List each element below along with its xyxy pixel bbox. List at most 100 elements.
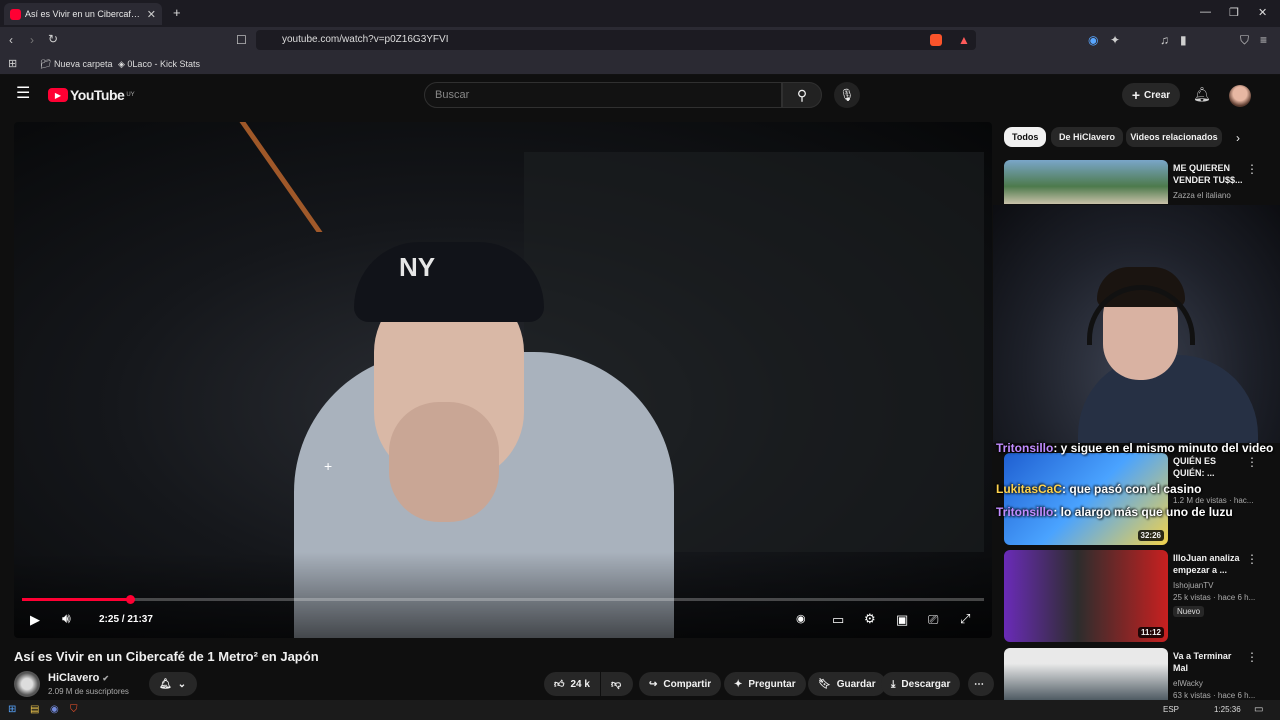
avatar[interactable] <box>1229 85 1251 107</box>
save-icon: 🔖︎ <box>818 678 831 690</box>
more-vert-icon[interactable]: ⋮ <box>1246 552 1258 566</box>
chat-text: : que pasó con el casino <box>1062 482 1202 496</box>
plus-icon: + <box>1131 87 1141 103</box>
bookmark-icon[interactable]: ☐ <box>236 34 247 46</box>
youtube-play-logo-icon: ▶ <box>48 88 68 102</box>
dislike-button[interactable]: 👎︎ <box>601 672 633 696</box>
brave-icon[interactable]: ⛉ <box>70 704 78 715</box>
address-bar[interactable]: youtube.com/watch?v=p0Z16G3YFVI <box>256 30 976 50</box>
chat-message: Tritonsillo: lo alargo más que uno de lu… <box>996 505 1233 519</box>
fullscreen-icon[interactable]: ⤢ <box>960 612 970 625</box>
wallet-icon[interactable]: ◉ <box>1088 34 1098 46</box>
reco-meta: 25 k vistas · hace 6 h... <box>1173 593 1256 602</box>
bookmarks-bar: ⊞ 📁︎ Nueva carpeta ◈ 0Laco - Kick Stats <box>0 53 1280 75</box>
search-input[interactable]: Buscar <box>424 82 782 108</box>
new-badge: Nuevo <box>1173 606 1205 617</box>
menu-icon[interactable]: ☰ <box>16 86 30 102</box>
mic-icon: 🎙︎ <box>839 88 855 102</box>
app-menu-icon[interactable]: ≡ <box>1260 34 1267 46</box>
cap-shape <box>354 242 544 322</box>
voice-search-button[interactable]: 🎙︎ <box>834 82 860 108</box>
bell-icon[interactable]: 🔔︎ <box>1193 87 1211 101</box>
controls-gradient <box>14 552 992 638</box>
download-button[interactable]: ⤓ Descargar <box>881 672 961 696</box>
reco-meta: 63 k vistas · hace 6 h... <box>1173 691 1256 700</box>
chat-text: : y sigue en el mismo minuto del video <box>1053 441 1274 455</box>
more-vert-icon[interactable]: ⋮ <box>1246 455 1258 469</box>
play-icon[interactable]: ▶ <box>30 613 40 626</box>
duration-badge: 32:26 <box>1137 530 1164 541</box>
volume-icon[interactable]: 🔊︎ <box>62 611 71 625</box>
settings-icon[interactable]: ⚙ <box>864 612 876 625</box>
bookmark-folder[interactable]: 📁︎ Nueva carpeta <box>40 59 112 70</box>
search-button[interactable]: ⚲ <box>782 82 822 108</box>
search-icon: ⚲ <box>796 86 808 103</box>
close-window-icon[interactable]: ✕ <box>1258 6 1267 19</box>
subtitles-icon[interactable]: ▭ <box>832 613 844 626</box>
chat-message: LukitasCaC: que pasó con el casino <box>996 482 1201 496</box>
brave-shield-icon[interactable] <box>930 34 942 46</box>
reco-item[interactable]: 32:26 QUIÉN ES QUIÉN: ... 1.2 M de vista… <box>1004 453 1274 547</box>
clock[interactable]: 1:25:36 <box>1214 705 1241 714</box>
ask-button[interactable]: ✦ Preguntar <box>724 672 806 696</box>
more-vert-icon[interactable]: ⋮ <box>1246 650 1258 664</box>
theater-mode-icon[interactable]: ▣ <box>896 613 908 626</box>
autoplay-toggle-icon[interactable]: ◉ <box>796 613 806 626</box>
reco-item[interactable]: Va a Terminar Mal elWacky 63 k vistas · … <box>1004 648 1274 700</box>
share-button[interactable]: ↪ Compartir <box>639 672 722 696</box>
bookmark-kick-stats[interactable]: ◈ 0Laco - Kick Stats <box>118 59 200 70</box>
music-icon[interactable]: ♫ <box>1160 34 1169 46</box>
cast-icon[interactable]: ⎚ <box>928 613 938 626</box>
notifications-icon[interactable]: ▭ <box>1254 704 1263 715</box>
forward-icon[interactable]: › <box>30 34 34 46</box>
reco-item[interactable]: 11:12 IlloJuan analiza empezar a ... Ish… <box>1004 550 1274 644</box>
verified-icon: ✔ <box>102 674 110 683</box>
reco-item[interactable]: ME QUIEREN VENDER TU$$... Zazza el itali… <box>1004 160 1274 206</box>
shield-icon[interactable]: ⛉ <box>1240 34 1249 46</box>
channel-avatar[interactable] <box>14 671 40 697</box>
close-tab-icon[interactable]: ✕ <box>147 8 156 21</box>
video-player[interactable]: NY + ▶ 🔊︎ 2:25 / 21:37 ◉ ▭ ⚙ ▣ ⎚ ⤢ <box>14 122 992 638</box>
chevron-down-icon: ⌄ <box>177 678 187 690</box>
chip-related[interactable]: Videos relacionados <box>1126 127 1222 147</box>
reload-icon[interactable]: ↻ <box>48 33 58 45</box>
back-icon[interactable]: ‹ <box>9 34 13 46</box>
youtube-logo[interactable]: ▶ YouTube UY <box>48 87 135 103</box>
chip-channel[interactable]: De HiClavero <box>1051 127 1124 147</box>
more-vert-icon[interactable]: ⋮ <box>1246 162 1258 176</box>
os-taskbar: ⊞ ▤ ◉ ⛉ ESP 1:25:36 ▭ <box>0 700 1280 720</box>
minimize-icon[interactable]: — <box>1200 6 1211 18</box>
discord-icon[interactable]: ◉ <box>50 704 59 715</box>
new-tab-icon[interactable]: + <box>173 5 181 20</box>
chevron-right-icon[interactable]: › <box>1236 131 1240 145</box>
hanger-shape <box>135 122 323 232</box>
start-icon[interactable]: ⊞ <box>8 704 16 715</box>
channel-name[interactable]: HiClavero ✔ <box>48 672 109 684</box>
chip-todos[interactable]: Todos <box>1004 127 1047 147</box>
explorer-icon[interactable]: ▤ <box>30 704 39 715</box>
progress-bar[interactable] <box>22 595 984 604</box>
like-button[interactable]: 👍︎ 24 k <box>544 672 600 696</box>
sidebar-icon[interactable]: ▮ <box>1180 34 1187 46</box>
language-indicator[interactable]: ESP <box>1163 705 1179 714</box>
save-button[interactable]: 🔖︎ Guardar <box>808 672 886 696</box>
channel-name-text: HiClavero <box>48 672 100 684</box>
more-actions-button[interactable]: ⋯ <box>968 672 994 696</box>
browser-tab[interactable]: Así es Vivir en un Cibercafé de 1 Metro²… <box>4 3 162 25</box>
time-display: 2:25 / 21:37 <box>99 614 153 625</box>
search-placeholder: Buscar <box>435 89 470 101</box>
extensions-icon[interactable]: ✦ <box>1110 34 1120 46</box>
apps-grid-icon[interactable]: ⊞ <box>8 58 17 70</box>
reco-title: ME QUIEREN VENDER TU$$... <box>1173 163 1243 185</box>
reco-title: Va a Terminar Mal <box>1173 651 1232 673</box>
webcam-overlay <box>993 205 1280 443</box>
rewards-icon[interactable]: ▲ <box>958 34 970 46</box>
progress-scrubber[interactable] <box>125 595 135 604</box>
url-text: youtube.com/watch?v=p0Z16G3YFVI <box>282 34 449 45</box>
like-icon: 👍︎ <box>554 679 565 690</box>
create-button[interactable]: + Crear <box>1122 83 1180 107</box>
hand-shape <box>389 402 499 522</box>
like-count: 24 k <box>570 678 590 690</box>
subscribe-bell-button[interactable]: 🔔︎ ⌄ <box>149 672 197 696</box>
restore-icon[interactable]: ❐ <box>1229 6 1239 19</box>
